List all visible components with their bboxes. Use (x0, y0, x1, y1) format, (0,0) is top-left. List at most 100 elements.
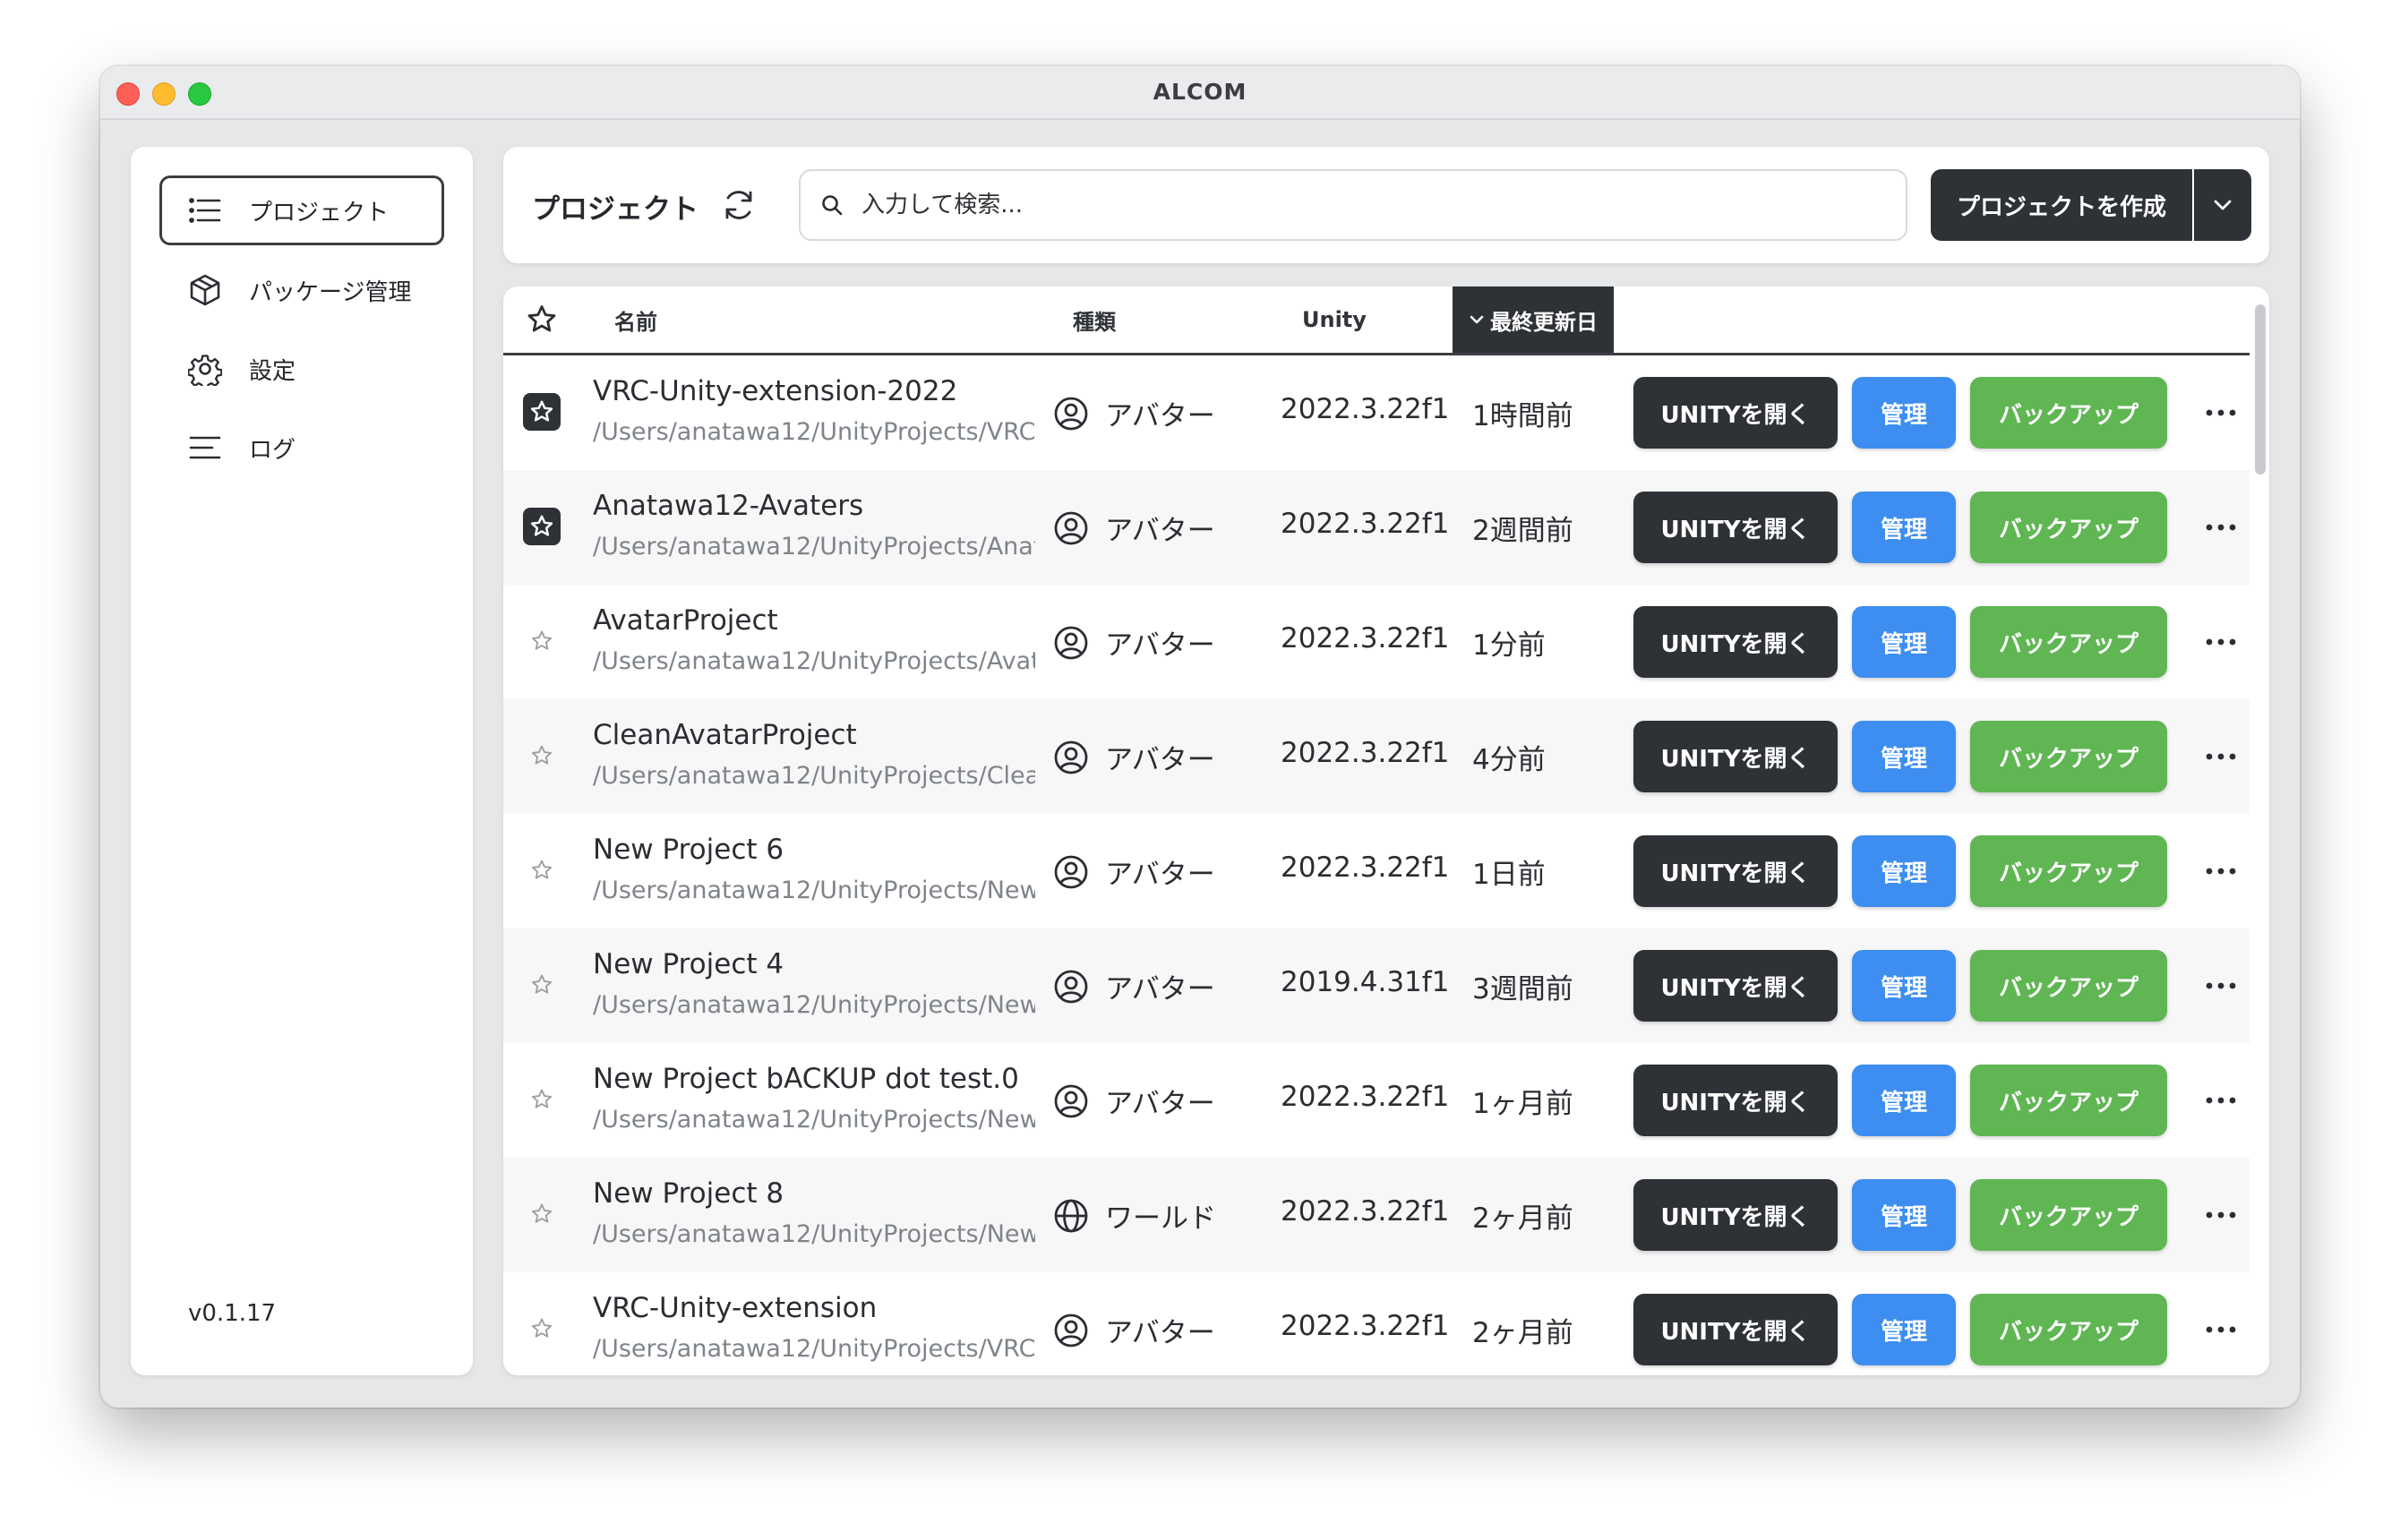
type-column-header[interactable]: 種類 (1073, 287, 1116, 353)
favorite-toggle[interactable] (523, 851, 561, 889)
sidebar-item-settings[interactable]: 設定 (159, 334, 444, 404)
open-unity-button[interactable]: UNITYを開く (1633, 1179, 1838, 1251)
table-row: VRC-Unity-extension-2022/Users/anatawa12… (503, 355, 2250, 470)
table-scrollbar[interactable] (2255, 304, 2266, 475)
globe-icon (1051, 1196, 1091, 1236)
favorite-toggle[interactable] (523, 508, 561, 545)
search-input[interactable] (860, 191, 1866, 219)
manage-button[interactable]: 管理 (1852, 721, 1956, 792)
open-unity-button[interactable]: UNITYを開く (1633, 950, 1838, 1022)
unity-version: 2019.4.31f1 (1281, 966, 1450, 998)
table-row: Anatawa12-Avaters/Users/anatawa12/UnityP… (503, 470, 2250, 585)
last-modified: 1時間前 (1472, 400, 1573, 432)
avatar-icon (1051, 623, 1091, 663)
manage-button[interactable]: 管理 (1852, 835, 1956, 907)
backup-button[interactable]: バックアップ (1970, 1294, 2167, 1365)
manage-button[interactable]: 管理 (1852, 950, 1956, 1022)
last-modified: 1日前 (1472, 859, 1546, 891)
favorite-toggle[interactable] (523, 1310, 561, 1348)
more-options-button[interactable] (2196, 393, 2246, 432)
more-options-button[interactable] (2196, 1310, 2246, 1349)
more-options-button[interactable] (2196, 622, 2246, 662)
favorite-column-header[interactable] (523, 287, 561, 353)
avatar-icon (1051, 1311, 1091, 1350)
sidebar-item-logs[interactable]: ログ (159, 413, 444, 483)
open-unity-button[interactable]: UNITYを開く (1633, 721, 1838, 792)
backup-button[interactable]: バックアップ (1970, 721, 2167, 792)
open-unity-button[interactable]: UNITYを開く (1633, 492, 1838, 563)
star-outline-icon (531, 974, 553, 994)
open-unity-button[interactable]: UNITYを開く (1633, 1294, 1838, 1365)
backup-button[interactable]: バックアップ (1970, 606, 2167, 678)
more-options-button[interactable] (2196, 966, 2246, 1005)
project-name: VRC-Unity-extension-2022 (593, 375, 958, 407)
project-name: New Project 8 (593, 1177, 784, 1210)
backup-button[interactable]: バックアップ (1970, 1065, 2167, 1136)
star-outline-icon (527, 305, 556, 332)
project-type: アバター (1051, 966, 1215, 1006)
star-outline-icon (531, 1203, 553, 1223)
unity-version: 2022.3.22f1 (1281, 393, 1450, 425)
name-column-header[interactable]: 名前 (614, 287, 657, 353)
open-unity-button[interactable]: UNITYを開く (1633, 377, 1838, 449)
backup-button[interactable]: バックアップ (1970, 1179, 2167, 1251)
star-outline-icon (531, 1318, 553, 1338)
last-modified: 4分前 (1472, 744, 1546, 776)
more-options-button[interactable] (2196, 1081, 2246, 1120)
table-row: New Project 8/Users/anatawa12/UnityProje… (503, 1158, 2250, 1272)
create-project-button[interactable]: プロジェクトを作成 (1931, 169, 2192, 241)
project-type: アバター (1051, 393, 1215, 433)
create-project-dropdown[interactable] (2194, 169, 2251, 241)
refresh-icon (725, 191, 752, 219)
sidebar-item-label: プロジェクト (249, 199, 390, 227)
more-options-button[interactable] (2196, 851, 2246, 891)
project-path: /Users/anatawa12/UnityProjects/CleanAvat… (593, 762, 1035, 790)
table-row: New Project 4/Users/anatawa12/UnityProje… (503, 928, 2250, 1043)
unity-version: 2022.3.22f1 (1281, 851, 1450, 884)
favorite-toggle[interactable] (523, 1081, 561, 1118)
sidebar-item-packages[interactable]: パッケージ管理 (159, 255, 444, 325)
manage-button[interactable]: 管理 (1852, 1065, 1956, 1136)
project-path: /Users/anatawa12/UnityProjects/New Proje… (593, 877, 1035, 904)
favorite-toggle[interactable] (523, 622, 561, 660)
favorite-toggle[interactable] (523, 393, 561, 431)
open-unity-button[interactable]: UNITYを開く (1633, 835, 1838, 907)
open-unity-button[interactable]: UNITYを開く (1633, 1065, 1838, 1136)
project-type: ワールド (1051, 1195, 1216, 1236)
project-type-label: アバター (1105, 515, 1215, 547)
unity-version: 2022.3.22f1 (1281, 508, 1450, 540)
backup-button[interactable]: バックアップ (1970, 835, 2167, 907)
favorite-toggle[interactable] (523, 1195, 561, 1233)
sidebar-item-projects[interactable]: プロジェクト (159, 175, 444, 245)
more-options-button[interactable] (2196, 1195, 2246, 1235)
manage-button[interactable]: 管理 (1852, 492, 1956, 563)
project-path: /Users/anatawa12/UnityProjects/New Proje… (593, 1106, 1035, 1134)
manage-button[interactable]: 管理 (1852, 606, 1956, 678)
favorite-toggle[interactable] (523, 737, 561, 774)
reload-button[interactable] (718, 184, 759, 226)
open-unity-button[interactable]: UNITYを開く (1633, 606, 1838, 678)
project-name: CleanAvatarProject (593, 719, 857, 751)
more-icon (2206, 1326, 2236, 1333)
last-modified: 3週間前 (1472, 973, 1573, 1005)
manage-button[interactable]: 管理 (1852, 377, 1956, 449)
backup-button[interactable]: バックアップ (1970, 492, 2167, 563)
project-path: /Users/anatawa12/UnityProjects/VRC-Unity… (593, 1335, 1035, 1363)
manage-button[interactable]: 管理 (1852, 1294, 1956, 1365)
gear-icon (186, 350, 224, 388)
favorite-toggle[interactable] (523, 966, 561, 1004)
sidebar-item-label: ログ (249, 436, 296, 464)
more-icon (2206, 638, 2236, 646)
backup-button[interactable]: バックアップ (1970, 950, 2167, 1022)
last-modified-column-header[interactable]: 最終更新日 (1453, 287, 1614, 353)
unity-column-header[interactable]: Unity (1302, 287, 1367, 353)
star-outline-icon (531, 1089, 553, 1108)
more-options-button[interactable] (2196, 737, 2246, 776)
avatar-icon (1051, 852, 1091, 892)
sidebar-item-label: パッケージ管理 (249, 278, 412, 306)
project-type-label: アバター (1105, 859, 1215, 891)
package-icon (186, 271, 224, 309)
more-options-button[interactable] (2196, 508, 2246, 547)
backup-button[interactable]: バックアップ (1970, 377, 2167, 449)
manage-button[interactable]: 管理 (1852, 1179, 1956, 1251)
